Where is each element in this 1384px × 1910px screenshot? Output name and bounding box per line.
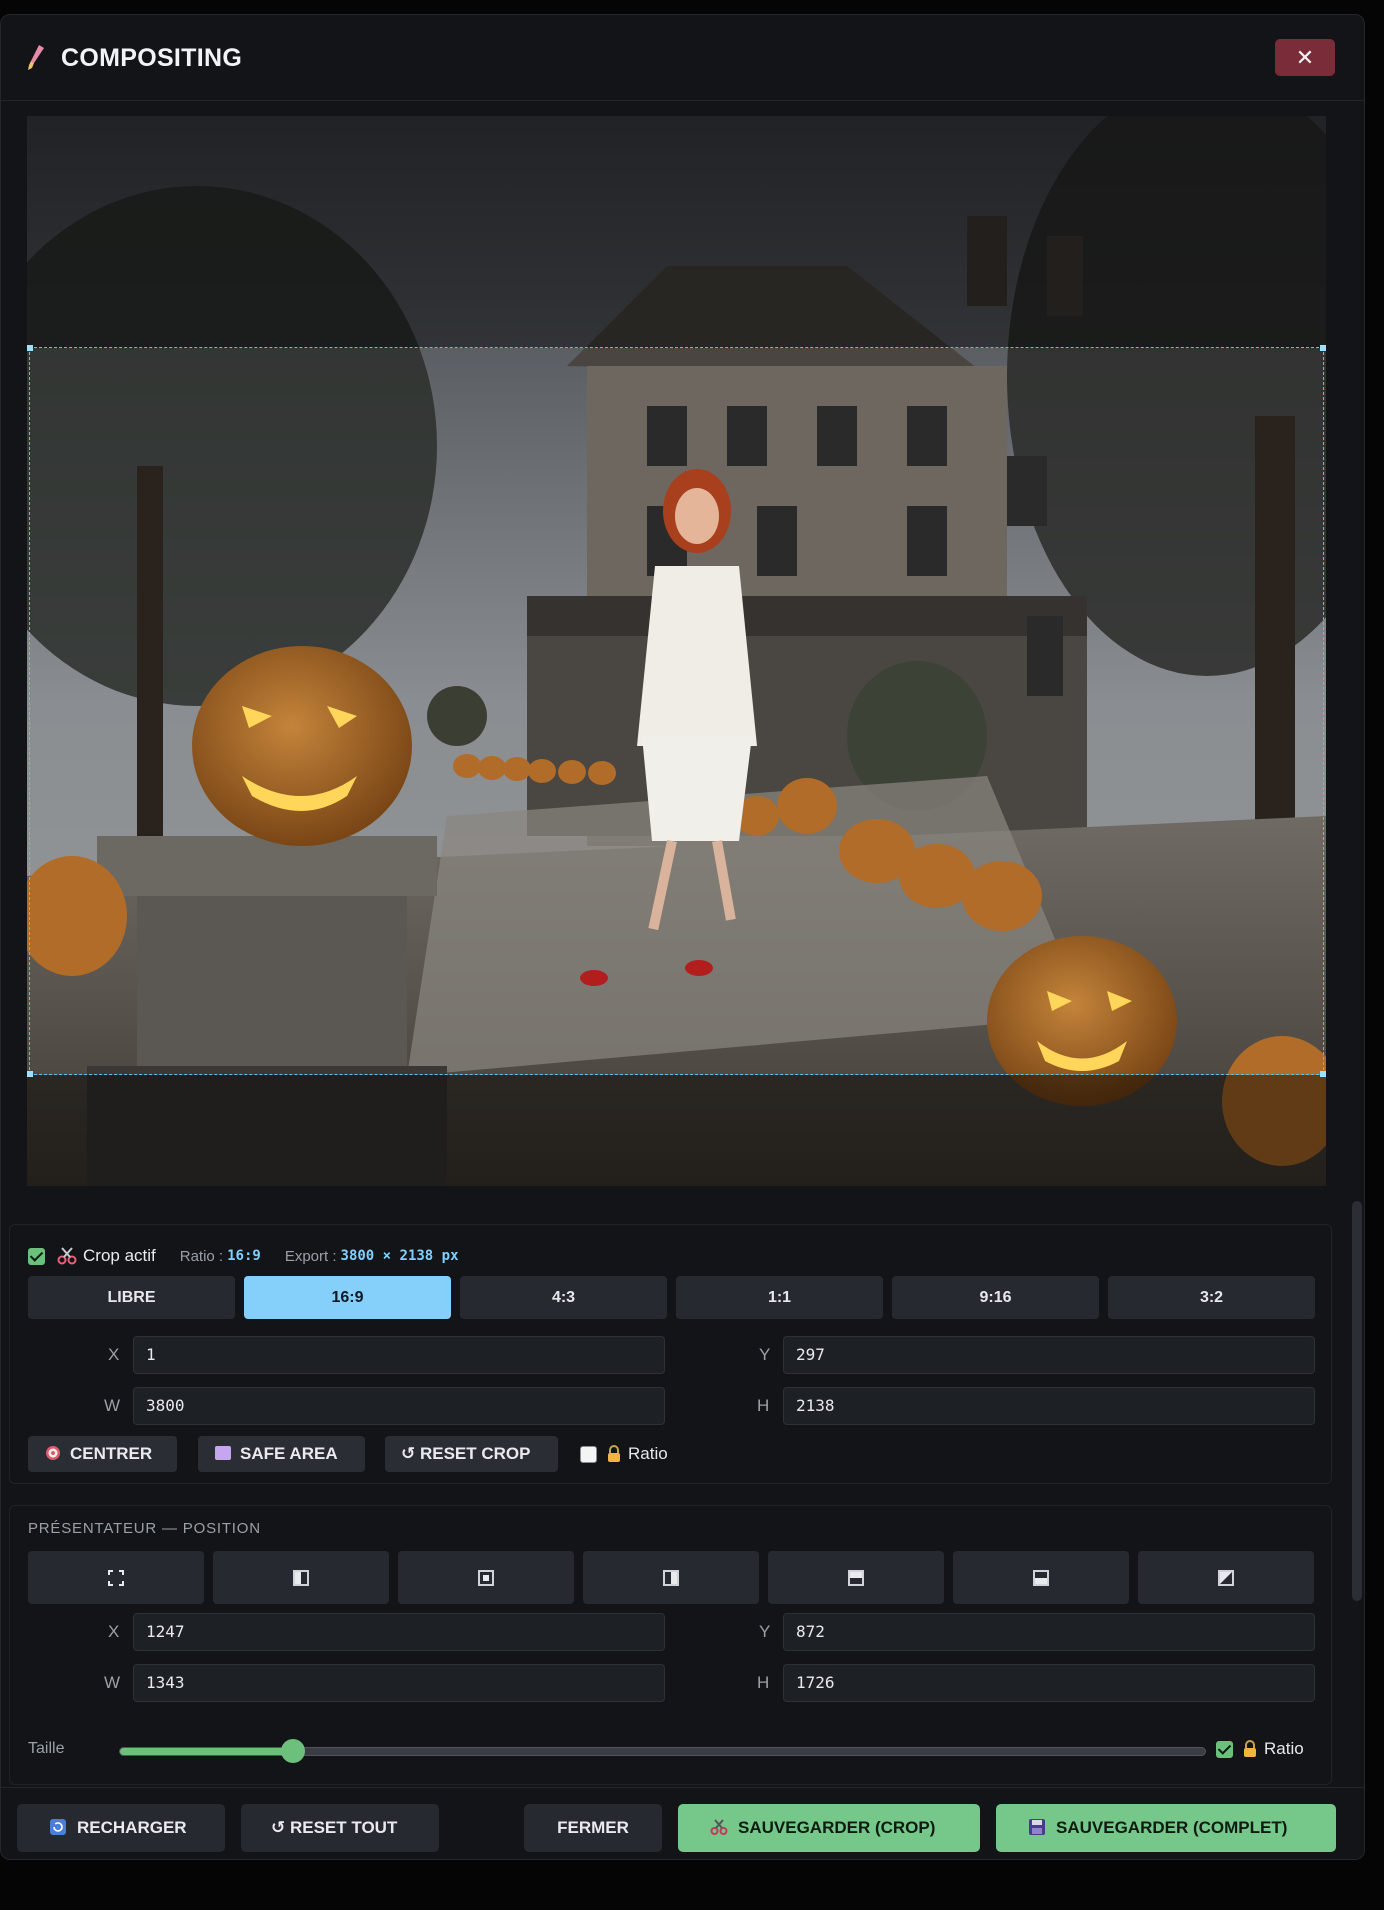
scissors-icon	[710, 1819, 728, 1835]
floppy-disk-icon	[1029, 1819, 1045, 1835]
fullscreen-icon	[108, 1569, 124, 1586]
ratio-value: 16:9	[227, 1248, 261, 1264]
position-button-group	[28, 1551, 1314, 1604]
presenter-ratio-lock: Ratio	[1216, 1739, 1304, 1759]
align-left-icon	[293, 1569, 309, 1586]
crop-w-label: W	[104, 1396, 121, 1415]
crop-x-label: X	[108, 1345, 120, 1364]
safe-area-icon	[215, 1446, 231, 1460]
presenter-ratio-lock-checkbox[interactable]	[1216, 1740, 1233, 1758]
crop-h-label: H	[757, 1396, 770, 1415]
align-bottom-icon	[1033, 1569, 1049, 1586]
save-crop-label: SAUVEGARDER (CROP)	[738, 1818, 936, 1837]
scrollbar[interactable]	[1352, 1201, 1362, 1601]
position-top-button[interactable]	[768, 1551, 944, 1604]
presenter-ratio-lock-label: Ratio	[1264, 1739, 1304, 1758]
presenter-w-input[interactable]: 1343	[133, 1664, 665, 1702]
modal-header: COMPOSITING ✕	[1, 15, 1364, 101]
modal-footer: RECHARGER ↺ RESET TOUT FERMER SAUVEGARDE…	[1, 1787, 1364, 1859]
crop-rectangle[interactable]	[27, 345, 1326, 1077]
presenter-panel: PRÉSENTATEUR — POSITION X 1247 Y 872 W 1…	[9, 1505, 1332, 1785]
scissors-icon	[57, 1247, 77, 1265]
ratio-libre-button[interactable]: LIBRE	[28, 1276, 235, 1319]
position-fullscreen-button[interactable]	[28, 1551, 204, 1604]
position-bottom-button[interactable]	[953, 1551, 1129, 1604]
crop-ratio-lock: Ratio	[580, 1444, 668, 1464]
image-canvas[interactable]	[27, 116, 1326, 1186]
export-value: 3800 × 2138 px	[340, 1248, 459, 1264]
position-left-button[interactable]	[213, 1551, 389, 1604]
reload-label: RECHARGER	[77, 1818, 187, 1837]
crop-status-row: Crop actif Ratio : 16:9 Export : 3800 × …	[28, 1245, 459, 1267]
crop-active-label: Crop actif	[83, 1246, 156, 1265]
position-right-button[interactable]	[583, 1551, 759, 1604]
reload-button[interactable]: RECHARGER	[17, 1804, 225, 1852]
crop-panel: Crop actif Ratio : 16:9 Export : 3800 × …	[9, 1224, 1332, 1484]
presenter-x-input[interactable]: 1247	[133, 1613, 665, 1651]
presenter-h-label: H	[757, 1673, 770, 1692]
safe-area-button[interactable]: SAFE AREA	[198, 1436, 365, 1472]
presenter-x-label: X	[108, 1622, 120, 1641]
crop-ratio-lock-label: Ratio	[628, 1444, 668, 1463]
export-key: Export :	[284, 1247, 337, 1265]
size-slider-thumb[interactable]	[280, 1739, 305, 1763]
safe-area-label: SAFE AREA	[240, 1444, 338, 1463]
save-full-button[interactable]: SAUVEGARDER (COMPLET)	[996, 1804, 1336, 1852]
presenter-section-title: PRÉSENTATEUR — POSITION	[28, 1520, 261, 1537]
center-button[interactable]: CENTRER	[28, 1436, 177, 1472]
crop-handle-br[interactable]	[1320, 1071, 1326, 1077]
ratio-1-1-button[interactable]: 1:1	[676, 1276, 883, 1319]
crop-h-input[interactable]: 2138	[783, 1387, 1315, 1425]
reset-crop-button[interactable]: ↺ RESET CROP	[385, 1436, 558, 1472]
reset-all-button[interactable]: ↺ RESET TOUT	[241, 1804, 439, 1852]
crop-handle-bl[interactable]	[27, 1071, 33, 1077]
center-label: CENTRER	[70, 1444, 153, 1463]
size-slider-fill	[120, 1748, 294, 1755]
ratio-key: Ratio :	[179, 1247, 224, 1265]
corner-icon	[1218, 1569, 1234, 1586]
align-center-icon	[478, 1569, 494, 1586]
crop-active-checkbox[interactable]	[28, 1247, 45, 1265]
ratio-16-9-button[interactable]: 16:9	[244, 1276, 451, 1319]
presenter-y-label: Y	[759, 1622, 771, 1641]
crop-x-input[interactable]: 1	[133, 1336, 665, 1374]
target-icon	[46, 1446, 60, 1460]
crop-y-input[interactable]: 297	[783, 1336, 1315, 1374]
crop-w-input[interactable]: 3800	[133, 1387, 665, 1425]
crop-ratio-lock-checkbox[interactable]	[580, 1445, 597, 1463]
position-corner-button[interactable]	[1138, 1551, 1314, 1604]
presenter-h-input[interactable]: 1726	[783, 1664, 1315, 1702]
ratio-9-16-button[interactable]: 9:16	[892, 1276, 1099, 1319]
align-top-icon	[848, 1569, 864, 1586]
reload-icon	[50, 1819, 66, 1835]
close-footer-button[interactable]: FERMER	[524, 1804, 662, 1852]
save-full-label: SAUVEGARDER (COMPLET)	[1056, 1818, 1288, 1837]
compositing-modal: COMPOSITING ✕ Crop actif Ratio: 16:9 Ex…	[0, 14, 1365, 1860]
paintbrush-icon	[28, 45, 44, 70]
lock-icon	[1244, 1740, 1256, 1757]
crop-handle-tl[interactable]	[27, 345, 33, 351]
align-right-icon	[663, 1569, 679, 1586]
save-crop-button[interactable]: SAUVEGARDER (CROP)	[678, 1804, 980, 1852]
presenter-y-input[interactable]: 872	[783, 1613, 1315, 1651]
presenter-w-label: W	[104, 1673, 121, 1692]
close-button[interactable]: ✕	[1275, 39, 1335, 76]
ratio-button-group: LIBRE 16:9 4:3 1:1 9:16 3:2	[28, 1276, 1315, 1319]
lock-icon	[608, 1445, 620, 1462]
crop-handle-tr[interactable]	[1320, 345, 1326, 351]
page-title: COMPOSITING	[61, 44, 243, 72]
crop-y-label: Y	[759, 1345, 771, 1364]
position-center-button[interactable]	[398, 1551, 574, 1604]
ratio-4-3-button[interactable]: 4:3	[460, 1276, 667, 1319]
ratio-3-2-button[interactable]: 3:2	[1108, 1276, 1315, 1319]
size-label: Taille	[28, 1740, 65, 1757]
